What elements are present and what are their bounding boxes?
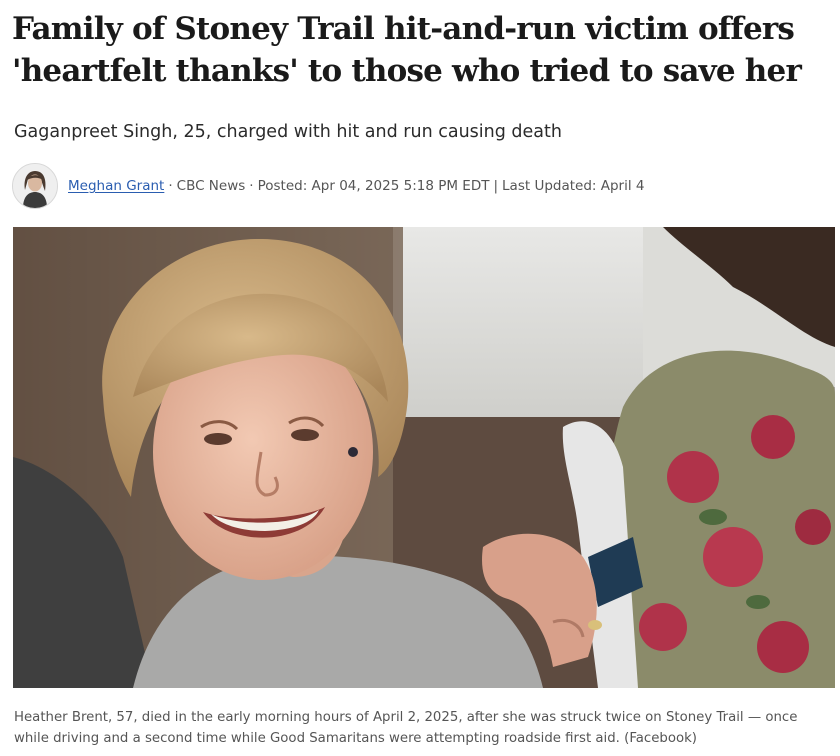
subheadline: Gaganpreet Singh, 25, charged with hit a… bbox=[14, 122, 562, 142]
byline-separator: · bbox=[168, 178, 173, 194]
byline-separator: · bbox=[249, 178, 254, 194]
byline-separator: | bbox=[493, 178, 499, 194]
headline-line-2: 'heartfelt thanks' to those who tried to… bbox=[12, 53, 802, 89]
person-icon bbox=[13, 164, 57, 208]
author-avatar[interactable] bbox=[12, 163, 58, 209]
author-link[interactable]: Meghan Grant bbox=[68, 178, 164, 194]
article-photo bbox=[13, 227, 835, 688]
byline: Meghan Grant · CBC News · Posted: Apr 04… bbox=[12, 162, 644, 210]
headline: Family of Stoney Trail hit-and-run victi… bbox=[12, 8, 828, 92]
headline-line-1: Family of Stoney Trail hit-and-run victi… bbox=[12, 11, 795, 47]
photo-illustration bbox=[13, 227, 835, 688]
outlet-name: CBC News bbox=[176, 178, 246, 194]
photo-caption: Heather Brent, 57, died in the early mor… bbox=[14, 710, 798, 746]
posted-date: Posted: Apr 04, 2025 5:18 PM EDT bbox=[257, 178, 490, 194]
last-updated: Last Updated: April 4 bbox=[502, 178, 645, 194]
